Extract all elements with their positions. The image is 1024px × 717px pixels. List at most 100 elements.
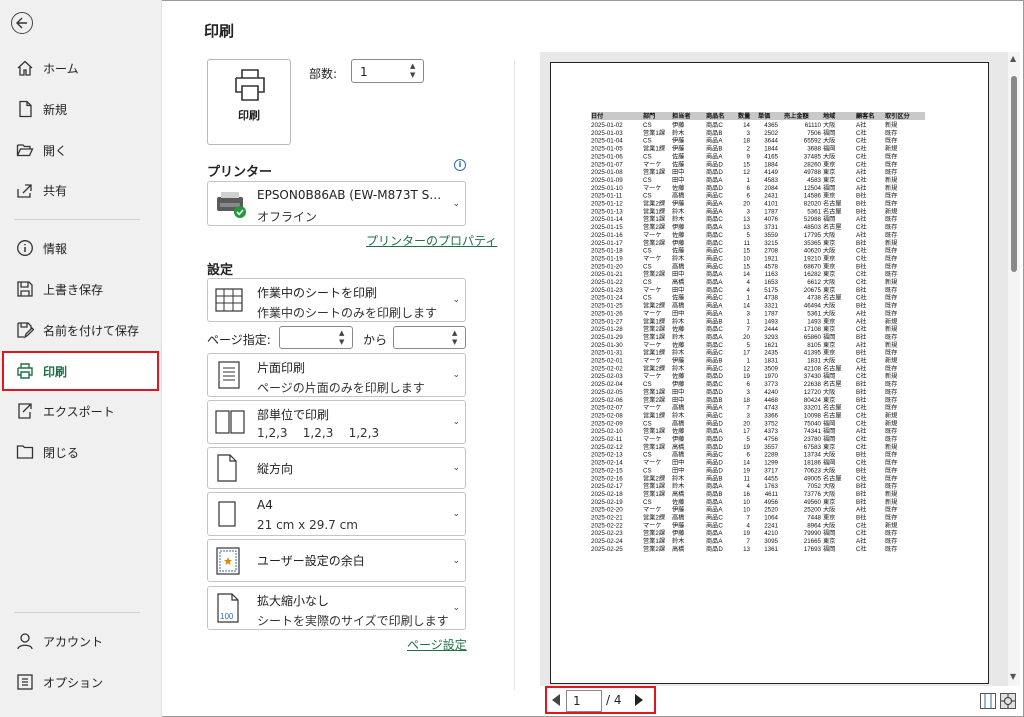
nav-item-info[interactable]: 情報: [2, 228, 159, 268]
table-cell: 東京: [823, 317, 835, 325]
table-cell: 新規: [885, 372, 897, 380]
orientation-select[interactable]: 縦方向 ⌄: [207, 447, 466, 489]
table-cell: 13: [743, 546, 750, 553]
table-cell: 5175: [764, 287, 778, 294]
pages-from-input[interactable]: ▲ ▼: [279, 326, 353, 349]
scrollbar-thumb[interactable]: [1011, 76, 1017, 272]
table-cell: 2025-02-13: [591, 452, 623, 459]
nav-item-open[interactable]: 開く: [2, 130, 159, 170]
table-cell: 2025-01-16: [591, 232, 623, 239]
table-cell: 14: [743, 271, 750, 278]
nav-item-close[interactable]: 閉じる: [2, 432, 159, 472]
table-cell: 2025-02-24: [591, 538, 623, 545]
scaling-select[interactable]: 100 拡大縮小なし シートを実際のサイズで印刷します ⌄: [207, 586, 466, 630]
table-cell: 65592: [804, 138, 822, 145]
table-cell: A社: [856, 506, 866, 514]
table-cell: 東京: [823, 325, 835, 333]
collate-select[interactable]: 部単位で印刷 1,2,3 1,2,3 1,2,3 ⌄: [207, 400, 466, 444]
pages-to-input[interactable]: ▲ ▼: [393, 326, 466, 349]
table-cell: 大阪: [823, 357, 835, 365]
table-cell: 名古屋: [823, 364, 842, 372]
nav-item-label: エクスポート: [43, 405, 115, 419]
table-cell: 2025-01-19: [591, 255, 623, 262]
scroll-down-icon[interactable]: ▼: [1010, 672, 1016, 681]
preview-scrollbar[interactable]: ▲ ▼: [1008, 52, 1020, 686]
table-cell: 2025-02-06: [591, 397, 623, 404]
printer-status: オフライン: [257, 210, 318, 224]
scroll-up-icon[interactable]: ▲: [1010, 54, 1016, 63]
table-cell: 12504: [804, 185, 822, 192]
nav-item-save-as[interactable]: 名前を付けて保存: [2, 310, 159, 350]
nav-item-options[interactable]: オプション: [2, 662, 159, 702]
spin-arrows-icon[interactable]: ▲ ▼: [452, 329, 460, 347]
table-cell: 既存: [885, 466, 897, 474]
table-cell: 鈴木: [672, 207, 684, 215]
table-cell: 既存: [885, 254, 897, 262]
table-cell: 12: [743, 365, 750, 372]
chevron-down-icon: ⌄: [452, 295, 460, 305]
table-cell: 3644: [764, 138, 778, 145]
table-cell: 商品B: [706, 357, 723, 365]
table-cell: 1844: [764, 146, 778, 153]
table-cell: 2025-01-23: [591, 287, 623, 294]
pages-label: ページ指定:: [207, 333, 271, 347]
table-cell: 田中: [672, 270, 684, 278]
table-cell: 1299: [764, 460, 778, 467]
nav-item-home[interactable]: ホーム: [2, 48, 159, 88]
table-cell: 商品C: [706, 325, 723, 333]
table-cell: 15: [743, 263, 750, 270]
previous-page-icon[interactable]: [552, 694, 560, 706]
table-cell: 4101: [764, 201, 778, 208]
printer-select[interactable]: EPSON0B86AB (EW-M873T S… オフライン ⌄: [207, 181, 466, 226]
nav-item-save[interactable]: 上書き保存: [2, 269, 159, 309]
table-cell: 鈴木: [672, 537, 684, 545]
table-cell: 2025-01-26: [591, 310, 623, 317]
table-cell: 3095: [764, 538, 778, 545]
table-cell: 1: [747, 177, 751, 184]
table-cell: 6: [747, 381, 751, 388]
print-button[interactable]: 印刷: [207, 59, 291, 145]
nav-item-new[interactable]: 新規: [2, 89, 159, 129]
print-what-title: 作業中のシートを印刷: [257, 286, 378, 300]
zoom-to-page-icon[interactable]: [1000, 693, 1016, 709]
table-cell: 14: [743, 460, 750, 467]
sides-select[interactable]: 片面印刷 ページの片面のみを印刷します ⌄: [207, 353, 466, 397]
table-cell: 既存: [885, 545, 897, 553]
table-cell: 2025-02-23: [591, 530, 623, 537]
table-cell: 52988: [804, 216, 822, 223]
nav-item-label: 名前を付けて保存: [43, 324, 140, 338]
table-cell: 1621: [764, 342, 778, 349]
table-cell: 2025-02-08: [591, 412, 623, 419]
table-cell: 2435: [764, 350, 778, 357]
copies-stepper[interactable]: 1 ▲ ▼: [351, 59, 424, 83]
info-icon[interactable]: i: [454, 159, 466, 171]
back-arrow-icon[interactable]: [11, 12, 33, 34]
table-cell: CS: [643, 177, 652, 184]
table-cell: 福岡: [823, 419, 835, 427]
table-cell: 営業1課: [643, 317, 665, 325]
table-cell: 東京: [823, 443, 835, 451]
printer-properties-link[interactable]: プリンターのプロパティ: [366, 232, 497, 249]
show-margins-icon[interactable]: [980, 693, 996, 709]
table-cell: 1: [747, 358, 751, 365]
nav-item-account[interactable]: アカウント: [2, 621, 159, 661]
page-setup-link[interactable]: ページ設定: [407, 636, 467, 653]
next-page-icon[interactable]: [635, 694, 643, 706]
current-page-input[interactable]: 1: [566, 690, 602, 712]
nav-divider: [14, 612, 140, 613]
print-what-select[interactable]: 作業中のシートを印刷 作業中のシートのみを印刷します ⌄: [207, 278, 466, 322]
table-cell: 営業1課: [643, 215, 665, 223]
table-cell: 高橋: [672, 490, 685, 498]
nav-item-export[interactable]: エクスポート: [2, 391, 159, 431]
paper-size-select[interactable]: A4 21 cm x 29.7 cm ⌄: [207, 492, 466, 536]
copies-value: 1: [360, 65, 368, 79]
table-cell: 2025-02-12: [591, 444, 623, 451]
spin-arrows-icon[interactable]: ▲ ▼: [339, 329, 347, 347]
nav-item-share[interactable]: 共有: [2, 170, 159, 210]
nav-item-print[interactable]: 印刷: [2, 351, 159, 391]
margins-select[interactable]: ユーザー設定の余白 ⌄: [207, 539, 466, 582]
spin-arrows-icon[interactable]: ▲ ▼: [410, 62, 418, 80]
nav-item-label: 上書き保存: [43, 283, 104, 297]
table-cell: 商品C: [706, 341, 723, 349]
table-cell: 大阪: [823, 506, 835, 514]
